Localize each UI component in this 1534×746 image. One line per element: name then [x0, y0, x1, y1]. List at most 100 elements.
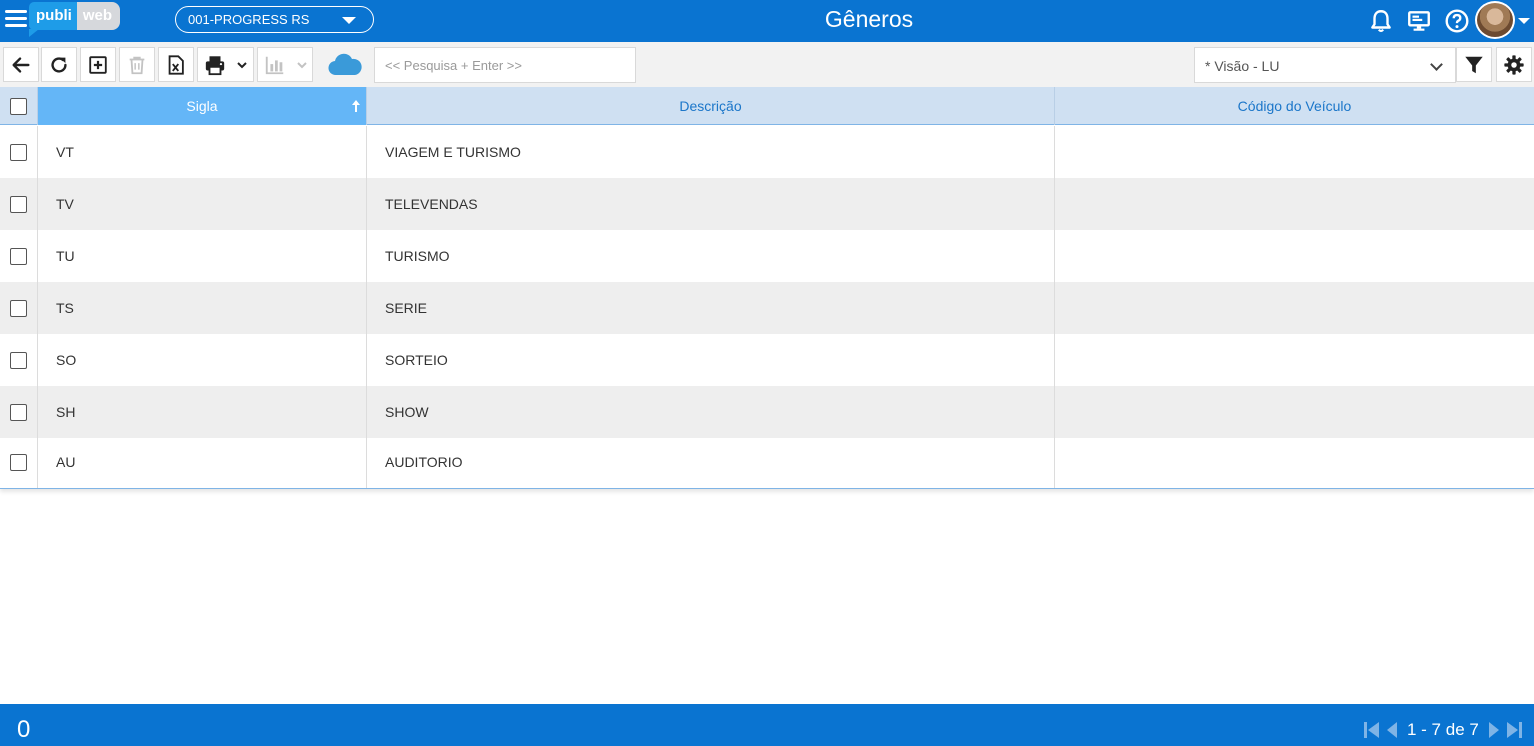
logo-text-web: web	[76, 2, 121, 30]
help-icon[interactable]	[1444, 8, 1470, 34]
refresh-icon	[51, 56, 67, 73]
chart-button[interactable]	[257, 47, 313, 82]
sigla-cell: SH	[38, 386, 367, 438]
column-header-label: Sigla	[186, 98, 218, 114]
last-page-icon[interactable]	[1504, 718, 1524, 742]
row-checkbox[interactable]	[10, 351, 27, 369]
data-grid: Sigla Descrição Código do Veículo VT VIA…	[0, 87, 1534, 489]
row-select-cell	[0, 126, 38, 178]
chevron-down-icon[interactable]	[1518, 18, 1530, 24]
row-checkbox[interactable]	[10, 299, 27, 317]
descricao-cell: VIAGEM E TURISMO	[367, 126, 1055, 178]
row-select-cell	[0, 230, 38, 282]
trash-icon	[129, 56, 145, 74]
monitor-icon[interactable]	[1406, 8, 1432, 34]
table-row[interactable]: TU TURISMO	[0, 230, 1534, 282]
search-input[interactable]	[374, 47, 636, 83]
filter-button[interactable]	[1456, 47, 1492, 82]
table-row[interactable]: AU AUDITORIO	[0, 436, 1534, 488]
row-checkbox[interactable]	[10, 453, 27, 471]
app-logo[interactable]: publi web	[29, 2, 121, 37]
row-checkbox[interactable]	[10, 195, 27, 213]
codigo-veiculo-cell	[1055, 386, 1534, 438]
column-header-label: Descrição	[679, 98, 742, 114]
page-title: Gêneros	[824, 6, 914, 32]
column-header-label: Código do Veículo	[1237, 98, 1352, 114]
row-select-cell	[0, 282, 38, 334]
view-select-value: * Visão - LU	[1205, 58, 1280, 74]
chevron-down-icon	[1430, 58, 1443, 71]
descricao-cell: SHOW	[367, 386, 1055, 438]
chevron-down-icon	[232, 61, 252, 69]
row-select-cell	[0, 334, 38, 386]
table-row[interactable]: SH SHOW	[0, 386, 1534, 438]
toolbar: * Visão - LU	[0, 42, 1534, 87]
column-header-sigla[interactable]: Sigla	[38, 87, 367, 125]
table-row[interactable]: TV TELEVENDAS	[0, 178, 1534, 230]
logo-text-publi: publi	[29, 2, 77, 37]
add-button[interactable]	[80, 47, 116, 82]
refresh-button[interactable]	[41, 47, 77, 82]
chevron-down-icon	[342, 17, 356, 24]
descricao-cell: SERIE	[367, 282, 1055, 334]
sigla-cell: TS	[38, 282, 367, 334]
descricao-cell: TELEVENDAS	[367, 178, 1055, 230]
codigo-veiculo-cell	[1055, 230, 1534, 282]
codigo-veiculo-cell	[1055, 334, 1534, 386]
bell-icon[interactable]	[1368, 8, 1394, 34]
top-bar: publi web 001-PROGRESS RS Gêneros	[0, 0, 1534, 42]
menu-icon[interactable]	[5, 10, 27, 30]
codigo-veiculo-cell	[1055, 282, 1534, 334]
column-header-descricao[interactable]: Descrição	[367, 87, 1055, 125]
footer-bar: 0 1 - 7 de 7	[0, 704, 1534, 746]
row-select-cell	[0, 436, 38, 488]
pagination: 1 - 7 de 7	[1362, 718, 1524, 742]
codigo-veiculo-cell	[1055, 178, 1534, 230]
sort-ascending-icon	[352, 100, 360, 112]
pagination-info: 1 - 7 de 7	[1407, 720, 1479, 739]
print-button[interactable]	[197, 47, 254, 82]
row-checkbox[interactable]	[10, 403, 27, 421]
descricao-cell: AUDITORIO	[367, 436, 1055, 488]
user-avatar[interactable]	[1475, 1, 1515, 39]
sigla-cell: SO	[38, 334, 367, 386]
sigla-cell: TV	[38, 178, 367, 230]
descricao-cell: SORTEIO	[367, 334, 1055, 386]
sigla-cell: TU	[38, 230, 367, 282]
row-select-cell	[0, 386, 38, 438]
print-icon	[205, 55, 225, 75]
previous-page-icon[interactable]	[1382, 718, 1402, 742]
chevron-down-icon	[292, 61, 312, 69]
gear-icon	[1504, 54, 1524, 75]
row-checkbox[interactable]	[10, 247, 27, 265]
sigla-cell: AU	[38, 436, 367, 488]
sigla-cell: VT	[38, 126, 367, 178]
select-all-checkbox[interactable]	[10, 97, 27, 115]
back-arrow-icon	[12, 56, 30, 73]
company-selector[interactable]: 001-PROGRESS RS	[175, 6, 374, 33]
select-all-cell	[0, 87, 38, 125]
codigo-veiculo-cell	[1055, 126, 1534, 178]
table-row[interactable]: SO SORTEIO	[0, 334, 1534, 386]
excel-export-icon	[168, 54, 184, 75]
row-select-cell	[0, 178, 38, 230]
first-page-icon[interactable]	[1362, 718, 1382, 742]
table-row[interactable]: TS SERIE	[0, 282, 1534, 334]
codigo-veiculo-cell	[1055, 436, 1534, 488]
add-icon	[89, 55, 107, 74]
next-page-icon[interactable]	[1484, 718, 1504, 742]
descricao-cell: TURISMO	[367, 230, 1055, 282]
column-header-codigo-veiculo[interactable]: Código do Veículo	[1055, 87, 1534, 125]
row-checkbox[interactable]	[10, 143, 27, 161]
selected-count: 0	[17, 716, 31, 743]
grid-header: Sigla Descrição Código do Veículo	[0, 87, 1534, 125]
delete-button[interactable]	[119, 47, 155, 82]
settings-button[interactable]	[1496, 47, 1532, 82]
table-row[interactable]: VT VIAGEM E TURISMO	[0, 126, 1534, 178]
back-button[interactable]	[3, 47, 39, 82]
filter-icon	[1465, 56, 1483, 73]
export-excel-button[interactable]	[158, 47, 194, 82]
company-name: 001-PROGRESS RS	[188, 12, 310, 27]
cloud-icon[interactable]	[327, 51, 363, 77]
view-select[interactable]: * Visão - LU	[1194, 47, 1456, 83]
